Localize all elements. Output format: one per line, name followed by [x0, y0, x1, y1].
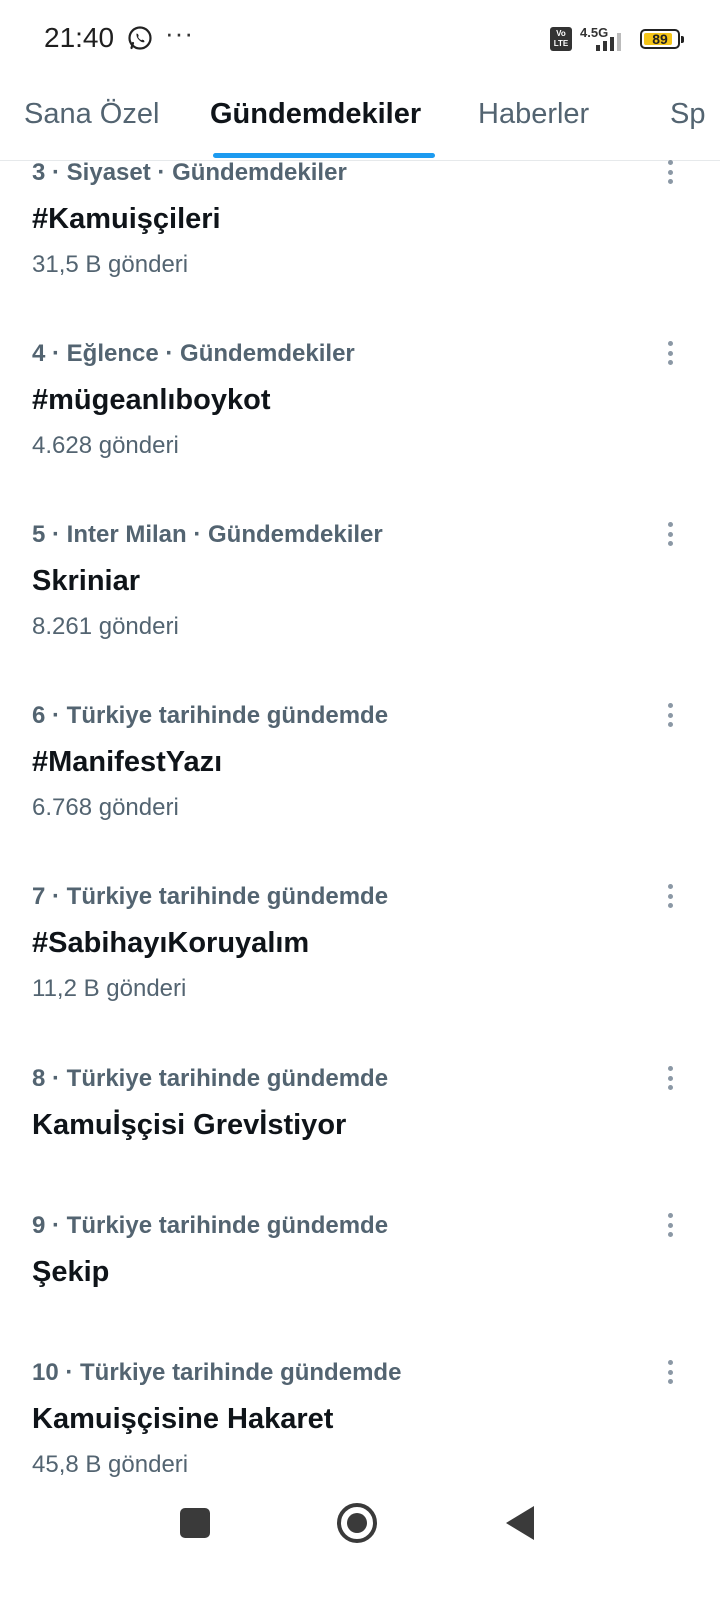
tab-sana-ozel[interactable]: Sana Özel [24, 98, 159, 131]
more-options-icon[interactable] [662, 1063, 678, 1093]
signal-icon: 4.5G [580, 25, 632, 53]
trend-meta: 6 · Türkiye tarihinde gündemde [32, 702, 389, 729]
trend-meta: 3 · Siyaset · Gündemdekiler [32, 159, 347, 186]
trend-meta: 10 · Türkiye tarihinde gündemde [32, 1359, 402, 1386]
trend-post-count: 11,2 B gönderi [32, 975, 187, 1002]
more-dots-icon: ··· [165, 18, 194, 48]
more-options-icon[interactable] [662, 157, 678, 187]
status-bar: 21:40 ··· Vo LTE 4.5G 89 [0, 0, 720, 78]
battery-level: 89 [652, 31, 668, 47]
volte-icon: Vo LTE [550, 27, 572, 51]
trend-name: Şekip [32, 1256, 110, 1288]
active-tab-indicator [213, 153, 435, 158]
status-time: 21:40 [44, 22, 115, 53]
trend-name: Kamuİşçisi Grevİstiyor [32, 1109, 347, 1141]
back-icon[interactable] [506, 1506, 534, 1540]
more-options-icon[interactable] [662, 1210, 678, 1240]
trend-meta: 7 · Türkiye tarihinde gündemde [32, 883, 389, 910]
trend-meta: 5 · Inter Milan · Gündemdekiler [32, 521, 383, 548]
trend-name: #ManifestYazı [32, 746, 223, 778]
trend-post-count: 45,8 B gönderi [32, 1451, 189, 1478]
trend-name: Kamuişçisine Hakaret [32, 1403, 334, 1435]
tab-gundemdekiler[interactable]: Gündemdekiler [210, 98, 421, 131]
tab-bar: Sana Özel Gündemdekiler Haberler Sp [0, 78, 720, 161]
trend-post-count: 31,5 B gönderi [32, 251, 189, 278]
trend-name: Skriniar [32, 565, 140, 597]
system-nav-bar [0, 1490, 720, 1600]
home-icon[interactable] [337, 1503, 377, 1543]
recent-apps-icon[interactable] [180, 1508, 210, 1538]
trend-post-count: 8.261 gönderi [32, 613, 179, 640]
trend-post-count: 4.628 gönderi [32, 432, 179, 459]
more-options-icon[interactable] [662, 700, 678, 730]
trend-name: #Kamuişçileri [32, 203, 221, 235]
more-options-icon[interactable] [662, 881, 678, 911]
tab-spor[interactable]: Sp [670, 98, 705, 131]
trend-name: #SabihayıKoruyalım [32, 927, 310, 959]
signal-bars [596, 33, 621, 51]
system-indicators: Vo LTE 4.5G 89 [550, 24, 684, 54]
trend-name: #mügeanlıboykot [32, 384, 271, 416]
more-options-icon[interactable] [662, 519, 678, 549]
tab-haberler[interactable]: Haberler [478, 98, 589, 131]
battery-icon: 89 [640, 29, 684, 49]
whatsapp-icon [128, 26, 152, 50]
trend-meta: 9 · Türkiye tarihinde gündemde [32, 1212, 389, 1239]
trend-meta: 8 · Türkiye tarihinde gündemde [32, 1065, 389, 1092]
more-options-icon[interactable] [662, 1357, 678, 1387]
trend-post-count: 6.768 gönderi [32, 794, 179, 821]
trend-meta: 4 · Eğlence · Gündemdekiler [32, 340, 355, 367]
more-options-icon[interactable] [662, 338, 678, 368]
